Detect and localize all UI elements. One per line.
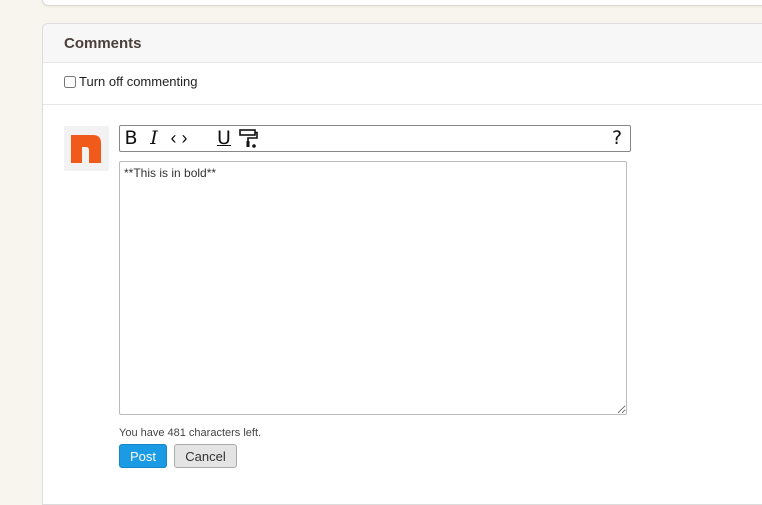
cancel-button[interactable]: Cancel [174, 444, 237, 468]
avatar [64, 126, 109, 171]
editor-toolbar: B I ‹ › U ? [119, 125, 631, 152]
comments-panel: Comments Turn off commenting B I ‹ › U ?… [42, 23, 762, 505]
help-button[interactable]: ? [608, 126, 626, 151]
turn-off-commenting[interactable]: Turn off commenting [64, 74, 198, 89]
user-avatar-icon [71, 135, 101, 163]
turn-off-commenting-label: Turn off commenting [79, 74, 198, 89]
previous-panel-edge [42, 0, 762, 6]
comments-title: Comments [64, 35, 142, 52]
divider [43, 104, 762, 105]
comments-header: Comments [43, 24, 762, 63]
post-button[interactable]: Post [119, 444, 167, 468]
turn-off-commenting-checkbox[interactable] [64, 75, 76, 88]
characters-left: You have 481 characters left. [119, 427, 262, 439]
comment-textarea[interactable]: **This is in bold** [119, 161, 627, 415]
bold-button[interactable]: B [123, 126, 139, 151]
paint-roller-icon [239, 129, 258, 148]
underline-button[interactable]: U [215, 126, 233, 151]
paint-button[interactable] [237, 126, 261, 151]
italic-button[interactable]: I [147, 126, 161, 151]
code-button[interactable]: ‹ › [166, 126, 192, 151]
